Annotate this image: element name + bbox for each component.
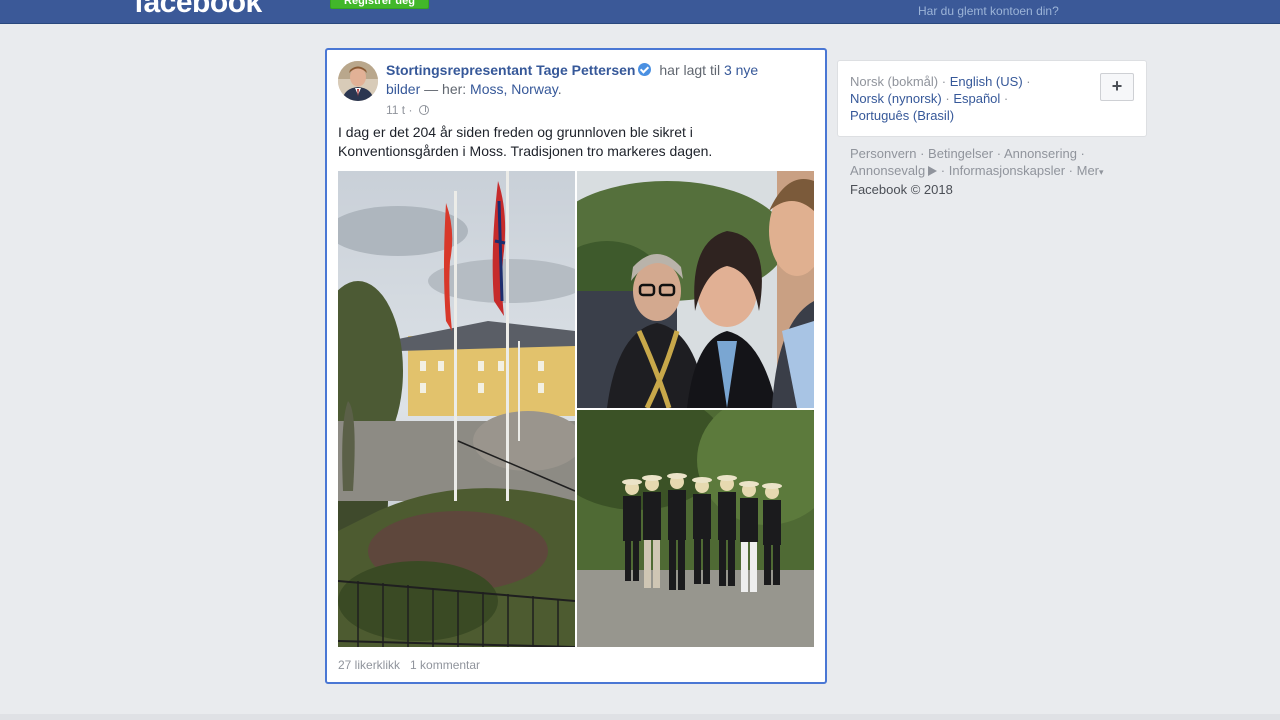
forgot-account-link[interactable]: Har du glemt kontoen din? <box>918 4 1059 18</box>
language-norsk-nynorsk[interactable]: Norsk (nynorsk) <box>850 91 942 106</box>
more-languages-button[interactable]: + <box>1100 73 1134 101</box>
top-navbar: facebook Registrer deg Har du glemt kont… <box>0 0 1280 24</box>
adchoices-icon <box>928 166 938 176</box>
photo-flags[interactable] <box>338 171 575 647</box>
page-footer: Personvern · Betingelser · Annonsering ·… <box>850 146 1104 197</box>
location-prefix: — her: <box>420 81 471 97</box>
language-portugues-brasil[interactable]: Português (Brasil) <box>850 108 954 123</box>
language-english-us[interactable]: English (US) <box>950 74 1023 89</box>
post-stats: 27 likerklikk 1 kommentar <box>338 658 480 672</box>
photo-group[interactable] <box>577 410 814 647</box>
author-name-link[interactable]: Stortingsrepresentant Tage Pettersen <box>386 62 635 78</box>
post-body-text: I dag er det 204 år siden freden og grun… <box>338 124 713 159</box>
post-timestamp[interactable]: 11 t <box>386 103 405 117</box>
photo-selfie[interactable] <box>577 171 814 408</box>
public-globe-icon <box>418 105 429 115</box>
location-suffix: . <box>557 81 562 97</box>
meta-separator: · <box>405 103 416 117</box>
post-meta: 11 t · <box>386 103 429 117</box>
post-card: Stortingsrepresentant Tage Pettersen har… <box>325 48 827 684</box>
language-current: Norsk (bokmål) <box>850 74 939 89</box>
footer-link-personvern[interactable]: Personvern <box>850 146 916 161</box>
signup-button[interactable]: Registrer deg <box>330 0 429 9</box>
language-espanol[interactable]: Español <box>953 91 1000 106</box>
location-link[interactable]: Moss, Norway <box>470 81 558 97</box>
author-avatar[interactable] <box>338 61 378 101</box>
copyright-text: Facebook © 2018 <box>850 182 953 197</box>
bottom-shadow-bar <box>0 714 1280 720</box>
footer-link-mer[interactable]: Mer <box>1077 163 1099 178</box>
post-header: Stortingsrepresentant Tage Pettersen har… <box>386 61 766 99</box>
footer-link-annonsering[interactable]: Annonsering <box>1004 146 1077 161</box>
footer-link-informasjonskapsler[interactable]: Informasjonskapsler <box>949 163 1065 178</box>
verified-badge-icon <box>638 63 652 76</box>
footer-link-betingelser[interactable]: Betingelser <box>928 146 993 161</box>
language-list: Norsk (bokmål) · English (US) · Norsk (n… <box>850 74 1031 123</box>
chevron-down-icon: ▾ <box>1099 167 1104 177</box>
language-selector: Norsk (bokmål) · English (US) · Norsk (n… <box>837 60 1147 137</box>
post-action-text: har lagt til <box>655 62 724 78</box>
footer-link-annonsevalg[interactable]: Annonsevalg <box>850 163 925 178</box>
likes-count[interactable]: 27 likerklikk <box>338 658 400 672</box>
facebook-logo[interactable]: facebook <box>134 0 262 20</box>
comments-count[interactable]: 1 kommentar <box>410 658 480 672</box>
